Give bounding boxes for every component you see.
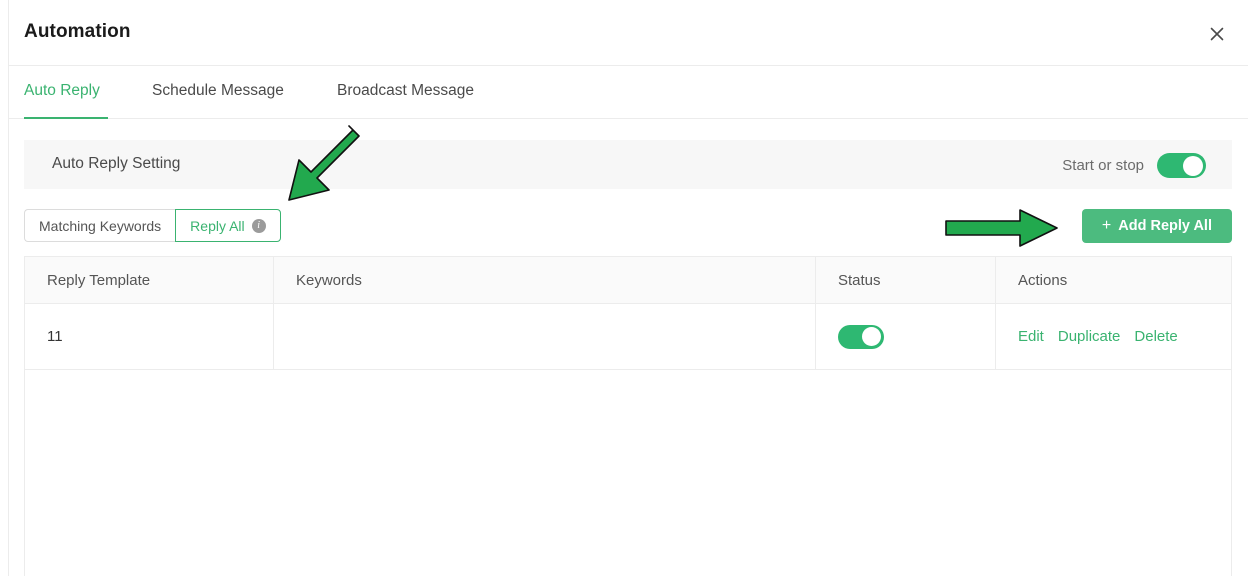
tab-schedule-message[interactable]: Schedule Message <box>152 82 284 100</box>
segment-matching-keywords-label: Matching Keywords <box>39 218 161 234</box>
modal-header: Automation <box>9 0 1248 66</box>
start-or-stop-label: Start or stop <box>1062 157 1144 174</box>
table-header-row: Reply Template Keywords Status Actions <box>25 257 1231 304</box>
close-icon[interactable] <box>1208 25 1226 43</box>
delete-link[interactable]: Delete <box>1134 328 1177 345</box>
reply-templates-table: Reply Template Keywords Status Actions 1… <box>24 256 1232 576</box>
auto-reply-setting-bar: Auto Reply Setting Start or stop <box>24 140 1232 189</box>
tab-auto-reply[interactable]: Auto Reply <box>24 82 100 100</box>
reply-mode-segmented-control: Matching Keywords Reply All i <box>24 209 281 242</box>
start-or-stop-group: Start or stop <box>1062 153 1206 178</box>
row-action-links: Edit Duplicate Delete <box>1018 328 1178 345</box>
tab-broadcast-message[interactable]: Broadcast Message <box>337 82 474 100</box>
table-row: 11 Edit Duplicate Delete <box>25 304 1231 370</box>
toggle-knob <box>862 327 881 346</box>
tab-schedule-message-label: Schedule Message <box>152 82 284 99</box>
column-header-actions: Actions <box>996 257 1231 303</box>
segment-reply-all-label: Reply All <box>190 218 244 234</box>
page-title: Automation <box>24 21 131 43</box>
add-reply-all-button[interactable]: + Add Reply All <box>1082 209 1232 243</box>
automation-modal: Automation Auto Reply Schedule Message B… <box>0 0 1248 576</box>
cell-keywords <box>274 304 816 369</box>
column-header-keywords: Keywords <box>274 257 816 303</box>
plus-icon: + <box>1102 217 1111 235</box>
tab-bar: Auto Reply Schedule Message Broadcast Me… <box>9 66 1248 119</box>
edit-link[interactable]: Edit <box>1018 328 1044 345</box>
tab-broadcast-message-label: Broadcast Message <box>337 82 474 99</box>
segment-matching-keywords[interactable]: Matching Keywords <box>24 209 175 242</box>
tab-active-underline <box>24 117 108 119</box>
column-header-status: Status <box>816 257 996 303</box>
info-icon[interactable]: i <box>252 219 266 233</box>
tab-auto-reply-label: Auto Reply <box>24 82 100 99</box>
cell-status <box>816 304 996 369</box>
row-status-toggle[interactable] <box>838 325 884 349</box>
toggle-knob <box>1183 156 1203 176</box>
cell-reply-template: 11 <box>25 304 274 369</box>
segment-reply-all[interactable]: Reply All i <box>175 209 280 242</box>
auto-reply-setting-label: Auto Reply Setting <box>52 155 180 173</box>
duplicate-link[interactable]: Duplicate <box>1058 328 1121 345</box>
add-reply-all-label: Add Reply All <box>1118 218 1212 234</box>
column-header-reply-template: Reply Template <box>25 257 274 303</box>
table-empty-area <box>25 370 1231 578</box>
arrow-pointing-to-add-reply-all-button <box>944 208 1060 248</box>
cell-actions: Edit Duplicate Delete <box>996 304 1231 369</box>
start-or-stop-toggle[interactable] <box>1157 153 1206 178</box>
